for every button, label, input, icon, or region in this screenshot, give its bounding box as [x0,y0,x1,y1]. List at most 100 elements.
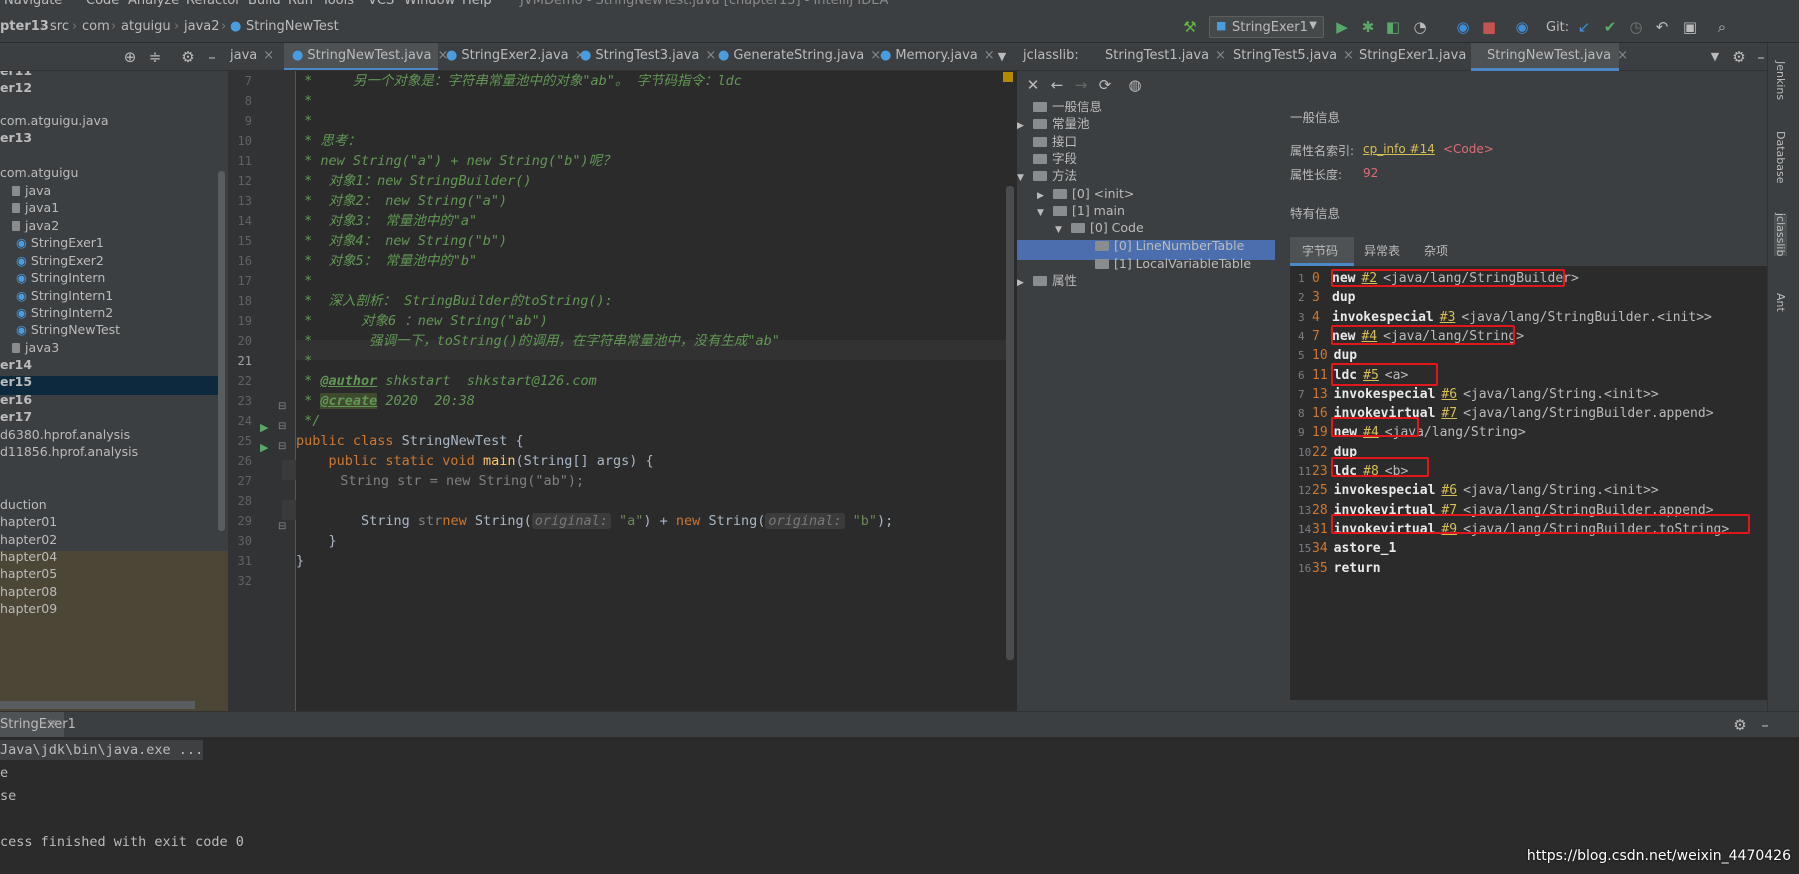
tree-node[interactable]: hapter05 [0,564,57,584]
gear-icon[interactable]: ⚙ [178,47,198,67]
fold-icon[interactable]: ⊟ [278,421,286,432]
breadcrumb-atguigu[interactable]: atguigu [121,19,171,34]
constant-ref[interactable]: #7 [1441,406,1457,421]
close-icon[interactable]: × [263,48,274,63]
forward-icon[interactable]: → [1071,75,1091,95]
tree-node[interactable]: er13 [0,128,32,148]
close-icon[interactable]: ✕ [1023,75,1043,95]
refresh-icon[interactable]: ⟳ [1095,75,1115,95]
tab-jclasslib-stringnewtest[interactable]: StringNewTest.java × [1471,43,1628,71]
breadcrumb-java2[interactable]: java2 [184,19,220,34]
menu-code[interactable]: Code [86,0,119,8]
git-history-icon[interactable]: ◷ [1626,17,1646,37]
fold-icon[interactable]: ⊟ [278,441,286,452]
tree-node[interactable]: com.atguigu [0,163,78,183]
collapse-icon[interactable]: ≑ [145,47,165,67]
chevron-right-icon[interactable]: ▶ [1017,273,1033,293]
compass-icon[interactable]: ◉ [1453,17,1473,37]
menu-analyze[interactable]: Analyze [128,0,179,8]
run-tab[interactable]: StringExer1 × [0,712,76,737]
constant-ref[interactable]: #6 [1441,483,1457,498]
name-index-link[interactable]: cp_info #14 [1363,142,1435,156]
menu-tools[interactable]: Tools [322,0,354,8]
fold-icon[interactable]: ⊟ [278,401,286,412]
project-scrollbar[interactable] [218,171,225,531]
layout-icon[interactable]: ▣ [1680,17,1700,37]
back-icon[interactable]: ← [1047,75,1067,95]
tree-node[interactable]: ◉ StringExer1 [16,233,104,253]
chevron-down-icon[interactable]: ▼ [1055,220,1071,240]
breadcrumb-com[interactable]: com [82,19,110,34]
tool-ant[interactable]: Ant [1774,293,1787,312]
tree-node[interactable]: er12 [0,78,32,98]
chevron-down-icon[interactable]: ▼ [1705,47,1725,67]
close-icon[interactable]: × [48,716,58,730]
class-tree-node[interactable]: ▶ 属性 [1017,271,1077,291]
tool-database[interactable]: Database [1774,131,1787,184]
tree-node[interactable]: java1 [12,198,59,218]
tree-node[interactable]: d11856.hprof.analysis [0,442,138,462]
tab-stringnewtest[interactable]: ● StringNewTest.java × [284,43,448,70]
menu-navigate[interactable]: Navigate [4,0,62,8]
tree-node[interactable]: hapter09 [0,599,57,619]
editor-scrollbar[interactable] [1006,186,1014,660]
tab-java[interactable]: java × [228,43,284,70]
subtab-exceptions[interactable]: 异常表 [1354,237,1414,266]
menu-help[interactable]: Help [462,0,492,8]
tab-generatestring[interactable]: ● GenerateString.java × [710,43,881,70]
tab-stringtest5[interactable]: StringTest5.java × [1217,43,1354,71]
subtab-bytecode[interactable]: 字节码 [1290,237,1354,266]
chevron-down-icon[interactable]: ▼ [1017,168,1033,188]
class-tree-node[interactable]: [0] LineNumberTable [1079,236,1244,256]
fold-icon[interactable]: ⊟ [278,521,286,532]
minimize-icon[interactable]: – [1755,715,1775,735]
class-tree-node[interactable]: ▶ 常量池 [1017,114,1090,134]
run-icon[interactable]: ▶ [1332,17,1352,37]
tab-stringtest3[interactable]: ● StringTest3.java × [572,43,716,70]
tool-jclasslib[interactable]: jclasslib [1774,213,1787,257]
menu-run[interactable]: Run [288,0,313,8]
help-icon[interactable]: ◉ [1512,17,1532,37]
subtab-misc[interactable]: 杂项 [1414,237,1466,266]
menu-vcs[interactable]: VCS [368,0,394,8]
tree-node[interactable]: er15 [0,372,32,392]
close-icon[interactable]: × [1617,48,1628,63]
tree-node[interactable]: hapter01 [0,512,57,532]
project-hscrollbar[interactable] [0,701,195,709]
code-editor[interactable]: * 另一个对象是：字符串常量池中的对象"ab"。 字节码指令：ldc * * *… [296,71,1008,711]
menu-refactor[interactable]: Refactor [186,0,241,8]
git-update-icon[interactable]: ↙ [1574,17,1594,37]
debug-icon[interactable]: ✱ [1358,17,1378,37]
breadcrumb-src[interactable]: src [50,19,69,34]
run-gutter-icon[interactable]: ▶ [260,441,268,454]
tool-jenkins[interactable]: Jenkins [1774,61,1787,100]
profile-icon[interactable]: ◔ [1410,17,1430,37]
tab-memory[interactable]: ● Memory.java × [872,43,995,70]
chevron-down-icon[interactable]: ▼ [1037,203,1053,223]
gear-icon[interactable]: ⚙ [1730,715,1750,735]
tab-stringexer2[interactable]: ● StringExer2.java × [438,43,586,70]
menu-window[interactable]: Window [404,0,455,8]
tab-stringexer1[interactable]: StringExer1.java× [1343,43,1483,71]
tree-node[interactable]: ◉ StringIntern [16,268,105,288]
class-tree-node[interactable]: ▼ 方法 [1017,166,1077,186]
tab-stringtest1[interactable]: StringTest1.java × [1089,43,1226,71]
class-tree-node[interactable]: [1] LocalVariableTable [1079,254,1251,274]
run-config-select[interactable]: ■ StringExer1 ▼ [1209,16,1324,38]
minimize-icon[interactable]: – [202,47,222,67]
tree-node[interactable]: er17 [0,407,32,427]
run-console[interactable]: Java\jdk\bin\java.exe ... e se cess fini… [0,737,1799,874]
run-gutter-icon[interactable]: ▶ [260,421,268,434]
tree-node[interactable]: ◉ StringNewTest [16,320,120,340]
git-rollback-icon[interactable]: ↶ [1652,17,1672,37]
build-hammer-icon[interactable]: ⚒ [1180,17,1200,37]
warning-marker[interactable] [1003,72,1013,82]
web-icon[interactable]: ◍ [1125,75,1145,95]
git-commit-icon[interactable]: ✔ [1600,17,1620,37]
search-icon[interactable]: ⌕ [1712,17,1732,37]
chevron-down-icon[interactable]: ▼ [992,47,1012,67]
breadcrumb-class[interactable]: StringNewTest [246,19,339,34]
class-tree-node[interactable]: ▼ [0] Code [1055,218,1144,238]
constant-ref[interactable]: #3 [1440,310,1456,325]
gear-icon[interactable]: ⚙ [1729,47,1749,67]
